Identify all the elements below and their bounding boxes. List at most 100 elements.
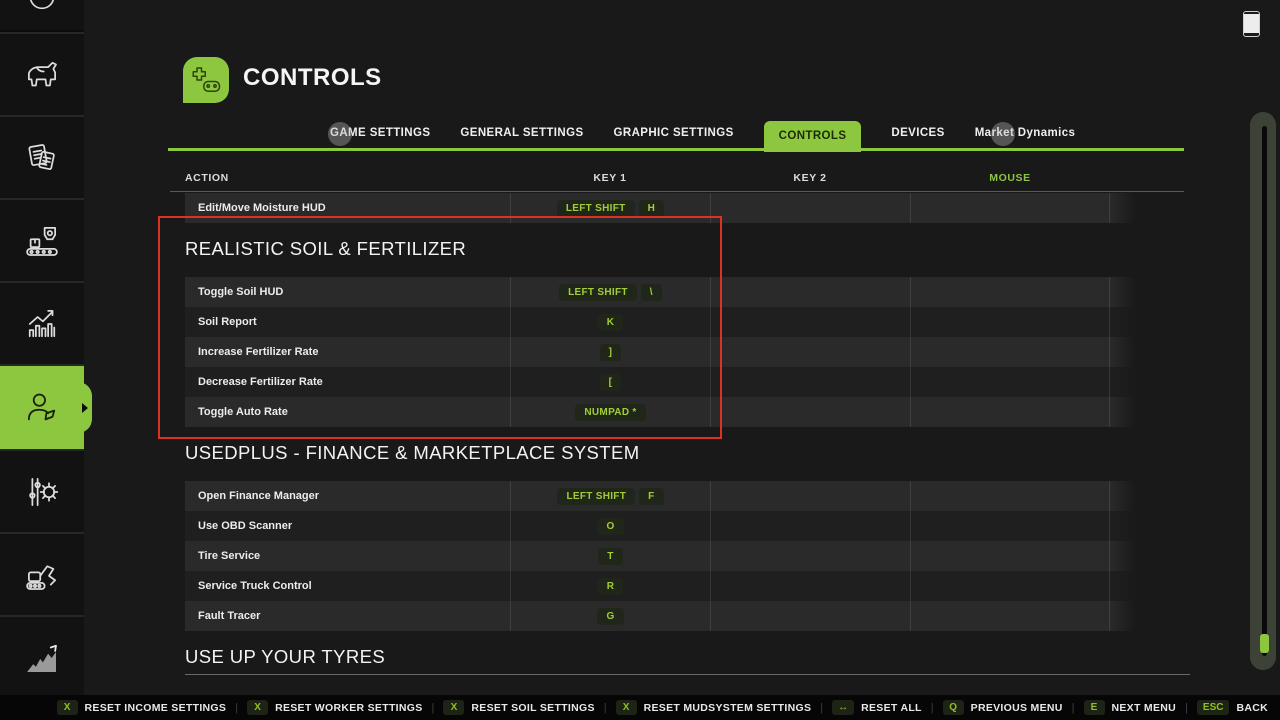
- binding-cell-mouse[interactable]: [910, 601, 1110, 631]
- hint-label: RESET MUDSYSTEM SETTINGS: [644, 702, 812, 714]
- sidebar-item-animals[interactable]: [0, 32, 84, 115]
- key-badge: O: [597, 518, 623, 535]
- table-row[interactable]: Open Finance ManagerLEFT SHIFTF: [185, 481, 1110, 511]
- hint-divider: |: [1185, 702, 1188, 714]
- binding-cell-key2[interactable]: [710, 367, 910, 397]
- sidebar-item-settings[interactable]: [0, 449, 84, 532]
- tab-general-settings[interactable]: GENERAL SETTINGS: [460, 127, 583, 139]
- hint-divider: |: [820, 702, 823, 714]
- binding-cell-key2[interactable]: [710, 601, 910, 631]
- sidebar-item-production[interactable]: [0, 198, 84, 281]
- binding-cell-key2[interactable]: [710, 277, 910, 307]
- hint-back[interactable]: ESCBACK: [1197, 700, 1268, 715]
- binding-cell-key1[interactable]: G: [510, 601, 710, 631]
- sidebar-item-contracts[interactable]: [0, 115, 84, 198]
- binding-cell-key2[interactable]: [710, 397, 910, 427]
- binding-cell-mouse[interactable]: [910, 193, 1110, 223]
- sidebar-item-finances[interactable]: [0, 0, 84, 30]
- tab-scroll-right-hint: [991, 122, 1015, 146]
- binding-cell-mouse[interactable]: [910, 511, 1110, 541]
- binding-cell-key2[interactable]: [710, 307, 910, 337]
- binding-cell-key1[interactable]: O: [510, 511, 710, 541]
- binding-cell-mouse[interactable]: [910, 481, 1110, 511]
- active-item-arrow-icon: [82, 403, 88, 413]
- hint-label: NEXT MENU: [1112, 702, 1177, 714]
- binding-cell-key2[interactable]: [710, 481, 910, 511]
- hint-label: RESET INCOME SETTINGS: [85, 702, 227, 714]
- hint-reset-all[interactable]: ↔RESET ALL: [832, 700, 922, 715]
- sidebar-item-prices[interactable]: [0, 615, 84, 698]
- hint-divider: |: [235, 702, 238, 714]
- binding-cell-key2[interactable]: [710, 337, 910, 367]
- table-row[interactable]: Tire ServiceT: [185, 541, 1110, 571]
- production-line-icon: [21, 220, 63, 262]
- page-title: CONTROLS: [243, 64, 382, 92]
- binding-cell-key1[interactable]: LEFT SHIFTF: [510, 481, 710, 511]
- binding-cell-key2[interactable]: [710, 193, 910, 223]
- controls-app-icon: [183, 57, 229, 103]
- binding-cell-mouse[interactable]: [910, 307, 1110, 337]
- hint-divider: |: [931, 702, 934, 714]
- column-header-key2: KEY 2: [710, 172, 910, 184]
- excavator-icon: [21, 554, 63, 596]
- binding-cell-mouse[interactable]: [910, 277, 1110, 307]
- scrollbar-groove: [1262, 126, 1267, 656]
- hint-reset-soil-settings[interactable]: XRESET SOIL SETTINGS: [443, 700, 594, 715]
- tab-underline: [168, 148, 1184, 151]
- hint-key-badge: X: [57, 700, 78, 715]
- documents-icon: [21, 137, 63, 179]
- action-label: Tire Service: [185, 541, 510, 571]
- binding-cell-mouse[interactable]: [910, 571, 1110, 601]
- hint-label: RESET ALL: [861, 702, 922, 714]
- key-badge: H: [639, 200, 665, 217]
- tuning-gear-icon: [21, 471, 63, 513]
- action-label: Service Truck Control: [185, 571, 510, 601]
- phone-icon: [1243, 11, 1260, 37]
- tab-devices[interactable]: DEVICES: [891, 127, 944, 139]
- bottom-hint-bar: X RESET INCOME SETTINGS | X RESET WORKER SET…: [0, 695, 1280, 720]
- binding-cell-key1[interactable]: R: [510, 571, 710, 601]
- binding-cell-key2[interactable]: [710, 511, 910, 541]
- binding-cell-key1[interactable]: T: [510, 541, 710, 571]
- hint-previous-menu[interactable]: QPREVIOUS MENU: [943, 700, 1063, 715]
- hint-label: RESET WORKER SETTINGS: [275, 702, 422, 714]
- hint-reset-income-settings[interactable]: X RESET INCOME SETTINGS: [57, 700, 227, 715]
- tab-market-dynamics[interactable]: Market Dynamics: [975, 127, 1076, 139]
- hint-label: PREVIOUS MENU: [971, 702, 1063, 714]
- binding-cell-mouse[interactable]: [910, 367, 1110, 397]
- key-badge: F: [639, 488, 663, 505]
- binding-cell-mouse[interactable]: [910, 541, 1110, 571]
- bar-chart-icon: [21, 303, 63, 345]
- scrollbar-thumb[interactable]: [1260, 634, 1269, 653]
- worker-edit-icon: [21, 387, 63, 429]
- hint-key-badge: X: [443, 700, 464, 715]
- sidebar-item-statistics[interactable]: [0, 281, 84, 364]
- binding-cell-mouse[interactable]: [910, 397, 1110, 427]
- binding-cell-mouse[interactable]: [910, 337, 1110, 367]
- binding-cell-key2[interactable]: [710, 571, 910, 601]
- action-label: Open Finance Manager: [185, 481, 510, 511]
- cow-icon: [21, 54, 63, 96]
- hint-divider: |: [432, 702, 435, 714]
- highlight-rectangle: [158, 216, 722, 439]
- hint-reset-worker-settings[interactable]: X RESET WORKER SETTINGS: [247, 700, 422, 715]
- hint-next-menu[interactable]: E NEXT MENU: [1084, 700, 1177, 715]
- hint-key-badge: E: [1084, 700, 1105, 715]
- table-row[interactable]: Service Truck Control R: [185, 571, 1110, 601]
- gamepad-icon: [188, 62, 224, 98]
- tab-graphic-settings[interactable]: GRAPHIC SETTINGS: [614, 127, 734, 139]
- hint-divider: |: [1072, 702, 1075, 714]
- tab-scroll-left-hint: [328, 122, 352, 146]
- sidebar-item-workers[interactable]: [0, 364, 84, 449]
- section-title: USE UP YOUR TYRES: [185, 644, 1190, 675]
- key-badge: R: [598, 578, 624, 595]
- column-header-action: ACTION: [185, 172, 510, 184]
- controls-settings-screen: CONTROLS GAME SETTINGS GENERAL SETTINGS …: [0, 0, 1280, 720]
- binding-cell-key2[interactable]: [710, 541, 910, 571]
- sidebar-item-construction[interactable]: [0, 532, 84, 615]
- table-row[interactable]: Use OBD ScannerO: [185, 511, 1110, 541]
- table-row[interactable]: Fault TracerG: [185, 601, 1110, 631]
- hint-key-badge: X: [247, 700, 268, 715]
- settings-tab-bar: GAME SETTINGS GENERAL SETTINGS GRAPHIC S…: [84, 116, 1184, 150]
- hint-reset-mudsystem-settings[interactable]: XRESET MUDSYSTEM SETTINGS: [616, 700, 812, 715]
